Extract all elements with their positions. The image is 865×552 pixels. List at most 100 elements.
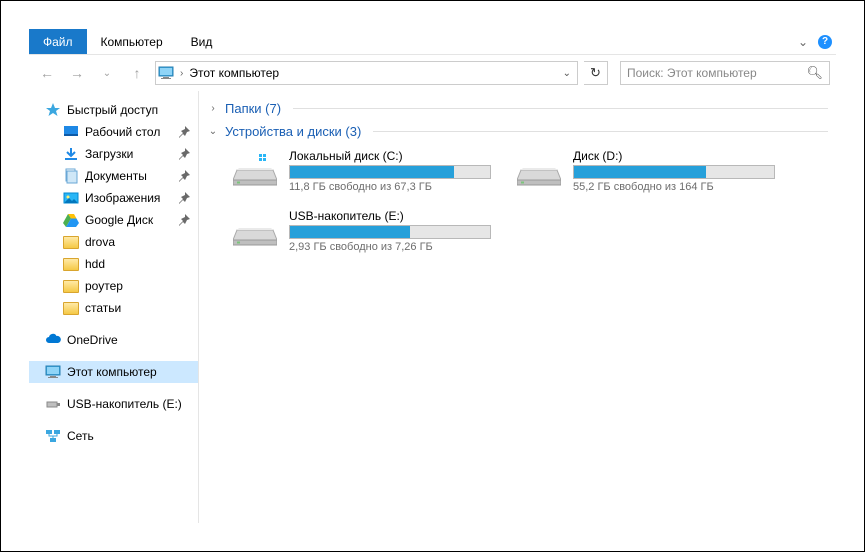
desktop-icon [63,124,79,140]
sidebar-label: Загрузки [85,147,133,161]
sidebar-usb[interactable]: USB-накопитель (E:) [29,393,198,415]
address-bar[interactable]: › Этот компьютер ⌄ [155,61,578,85]
explorer-inner: Файл Компьютер Вид ⌄ ? ← → ⌄ ↑ › Этот ко… [29,29,836,523]
drive-info: 55,2 ГБ свободно из 164 ГБ [573,181,775,193]
star-icon [45,102,61,118]
folder-icon [63,278,79,294]
sidebar-item-router[interactable]: роутер [29,275,198,297]
nav-bar: ← → ⌄ ↑ › Этот компьютер ⌄ ↻ Поиск: Этот… [29,55,836,91]
drive-item[interactable]: Локальный диск (C:) 11,8 ГБ свободно из 6… [231,149,491,193]
googledrive-icon [63,212,79,228]
search-icon: 🔍︎ [806,65,823,81]
onedrive-icon [45,332,61,348]
sidebar-item-downloads[interactable]: Загрузки [29,143,198,165]
drives-list: Локальный диск (C:) 11,8 ГБ свободно из 6… [207,143,828,259]
drive-body: Диск (D:) 55,2 ГБ свободно из 164 ГБ [573,149,775,193]
drive-name: Диск (D:) [573,149,775,163]
drive-item[interactable]: Диск (D:) 55,2 ГБ свободно из 164 ГБ [515,149,775,193]
sidebar-item-pictures[interactable]: Изображения [29,187,198,209]
address-dropdown-button[interactable]: ⌄ [559,68,575,79]
sidebar-item-desktop[interactable]: Рабочий стол [29,121,198,143]
sidebar-label: drova [85,235,115,249]
this-pc-icon [158,65,174,81]
documents-icon [63,168,79,184]
network-icon [45,428,61,444]
sidebar-label: Google Диск [85,213,153,227]
nav-forward-button[interactable]: → [65,61,89,85]
content-pane: › Папки (7) ⌄ Устройства и диски (3) Лок… [199,91,836,523]
chevron-down-icon: ⌄ [207,126,219,137]
group-title: Устройства и диски (3) [225,124,361,139]
nav-recent-button[interactable]: ⌄ [95,61,119,85]
drive-info: 11,8 ГБ свободно из 67,3 ГБ [289,181,491,193]
sidebar-label: Сеть [67,429,94,443]
drive-icon [231,149,279,189]
sidebar-network[interactable]: Сеть [29,425,198,447]
folder-icon [63,300,79,316]
drive-body: USB-накопитель (E:) 2,93 ГБ свободно из 7… [289,209,491,253]
folder-icon [63,234,79,250]
address-text: Этот компьютер [189,66,279,80]
drive-item[interactable]: USB-накопитель (E:) 2,93 ГБ свободно из 7… [231,209,491,253]
search-placeholder: Поиск: Этот компьютер [627,66,757,80]
refresh-icon: ↻ [590,65,601,81]
help-button[interactable]: ? [814,29,836,54]
ribbon-expand-button[interactable]: ⌄ [792,29,814,54]
nav-back-button[interactable]: ← [35,61,59,85]
chevron-right-icon: › [178,68,185,79]
drive-icon [231,209,279,249]
chevron-right-icon: › [207,103,219,114]
drive-name: Локальный диск (C:) [289,149,491,163]
nav-up-button[interactable]: ↑ [125,61,149,85]
drive-name: USB-накопитель (E:) [289,209,491,223]
pin-icon [176,124,192,140]
drive-capacity-bar [289,225,491,239]
menu-file[interactable]: Файл [29,29,87,54]
sidebar-label: hdd [85,257,105,271]
this-pc-icon [45,364,61,380]
menu-bar: Файл Компьютер Вид ⌄ ? [29,29,836,55]
group-devices[interactable]: ⌄ Устройства и диски (3) [207,120,828,143]
sidebar-label: USB-накопитель (E:) [67,397,182,411]
drive-info: 2,93 ГБ свободно из 7,26 ГБ [289,241,491,253]
sidebar-item-documents[interactable]: Документы [29,165,198,187]
menu-view[interactable]: Вид [177,29,227,54]
divider [293,108,828,109]
sidebar-item-drova[interactable]: drova [29,231,198,253]
drive-icon [515,149,563,189]
sidebar-item-googledrive[interactable]: Google Диск [29,209,198,231]
body: Быстрый доступ Рабочий стол Загрузки Док… [29,91,836,523]
sidebar-label: статьи [85,301,121,315]
pin-icon [176,168,192,184]
search-box[interactable]: Поиск: Этот компьютер 🔍︎ [620,61,830,85]
downloads-icon [63,146,79,162]
folder-icon [63,256,79,272]
drive-capacity-bar [289,165,491,179]
group-title: Папки (7) [225,101,281,116]
nav-pane: Быстрый доступ Рабочий стол Загрузки Док… [29,91,199,523]
sidebar-label: Этот компьютер [67,365,157,379]
divider [373,131,828,132]
sidebar-label: роутер [85,279,123,293]
drive-capacity-bar [573,165,775,179]
help-icon: ? [818,35,832,49]
explorer-window: Файл Компьютер Вид ⌄ ? ← → ⌄ ↑ › Этот ко… [0,0,865,552]
sidebar-item-articles[interactable]: статьи [29,297,198,319]
usb-drive-icon [45,396,61,412]
sidebar-onedrive[interactable]: OneDrive [29,329,198,351]
group-folders[interactable]: › Папки (7) [207,97,828,120]
sidebar-this-pc[interactable]: Этот компьютер [29,361,198,383]
sidebar-label: OneDrive [67,333,118,347]
pin-icon [176,190,192,206]
sidebar-label: Рабочий стол [85,125,160,139]
pin-icon [176,146,192,162]
sidebar-quick-access[interactable]: Быстрый доступ [29,99,198,121]
sidebar-item-hdd[interactable]: hdd [29,253,198,275]
pictures-icon [63,190,79,206]
sidebar-label: Изображения [85,191,160,205]
refresh-button[interactable]: ↻ [584,61,608,85]
sidebar-label: Документы [85,169,147,183]
menu-computer[interactable]: Компьютер [87,29,177,54]
drive-body: Локальный диск (C:) 11,8 ГБ свободно из 6… [289,149,491,193]
sidebar-label: Быстрый доступ [67,103,158,117]
